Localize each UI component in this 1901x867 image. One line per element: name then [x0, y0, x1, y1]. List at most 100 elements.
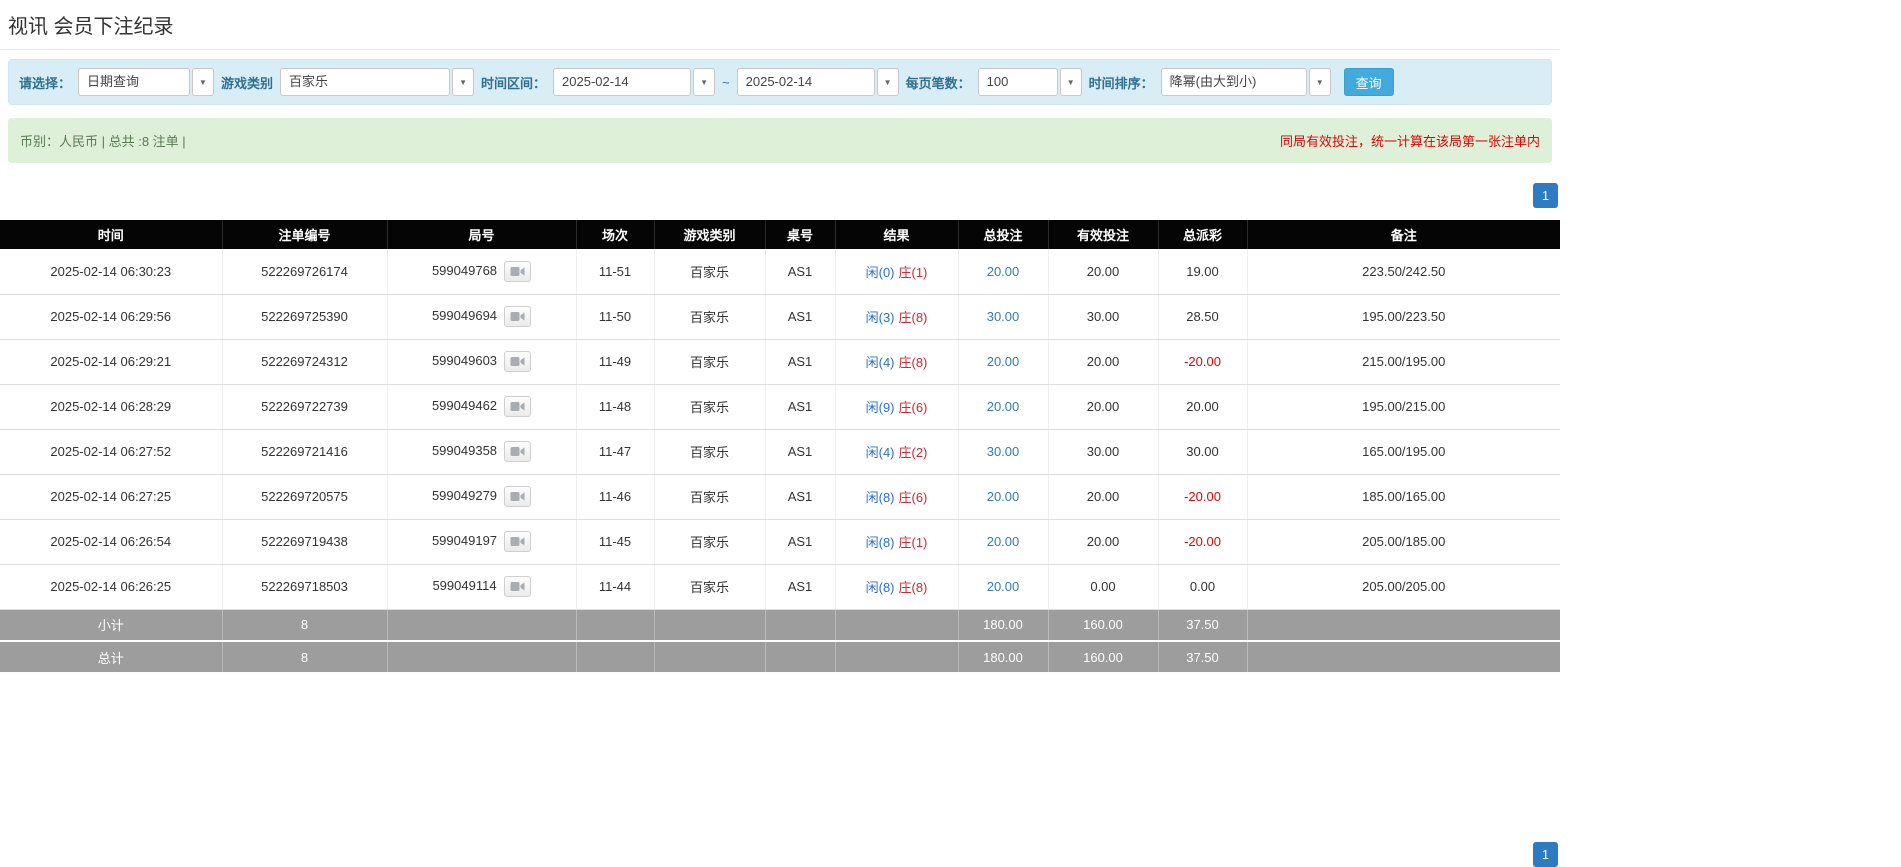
round-number: 599049462	[431, 397, 498, 413]
video-camera-icon	[510, 266, 525, 276]
table-row: 2025-02-14 06:26:54 522269719438 599049197…	[0, 519, 1560, 565]
chevron-down-icon[interactable]: ▼	[1059, 68, 1082, 96]
cell-result: 闲(4) 庄(2)	[835, 429, 959, 475]
video-replay-button[interactable]	[504, 531, 532, 552]
sort-order-select[interactable]: 降幂(由大到小) ▼	[1160, 68, 1331, 96]
table-row: 2025-02-14 06:29:21 522269724312 599049603…	[0, 339, 1560, 385]
date-to-picker[interactable]: 2025-02-14 ▼	[736, 68, 899, 96]
subtotal-row-cell: 37.50	[1158, 609, 1248, 642]
cell-bet-id: 522269719438	[222, 519, 388, 565]
table-footer: 小计 8 180.00 160.00 37.50 总计 8 180.00 160.00 37.50	[0, 609, 1560, 674]
total-bet-link[interactable]: 30.00	[987, 309, 1020, 324]
column-header: 结果	[835, 220, 959, 249]
page-size-select[interactable]: 100 ▼	[977, 68, 1082, 96]
cell-payout: 30.00	[1158, 429, 1248, 475]
cell-bet-id: 522269722739	[222, 384, 388, 430]
chevron-down-icon[interactable]: ▼	[1308, 68, 1331, 96]
page-1-button[interactable]: 1	[1533, 183, 1558, 208]
chevron-down-icon[interactable]: ▼	[192, 68, 215, 96]
cell-session: 11-48	[576, 384, 655, 430]
cell-bet-id: 522269718503	[222, 564, 388, 610]
total-row-cell: 8	[222, 641, 388, 674]
cell-game-type: 百家乐	[654, 294, 766, 340]
cell-note: 223.50/242.50	[1247, 249, 1560, 295]
table-header: 时间 注单编号 局号 场次 游戏类别 桌号 结果 总投注 有效投注 总派彩 备注	[0, 220, 1560, 249]
cell-game-type: 百家乐	[654, 339, 766, 385]
pagination-top: 1	[0, 183, 1560, 208]
subtotal-row-cell	[576, 609, 655, 642]
video-replay-button[interactable]	[503, 576, 531, 597]
video-replay-button[interactable]	[504, 351, 532, 372]
cell-time: 2025-02-14 06:27:52	[0, 429, 223, 475]
total-row-cell	[387, 641, 577, 674]
page: 视讯 会员下注纪录 请选择： 日期查询 ▼ 游戏类别 百家乐 ▼ 时间区间： 2…	[0, 0, 1560, 867]
sort-order-value[interactable]: 降幂(由大到小)	[1160, 68, 1307, 96]
cell-game-type: 百家乐	[654, 474, 766, 520]
cell-valid-bet: 20.00	[1048, 519, 1159, 565]
total-row-cell	[654, 641, 766, 674]
cell-game-type: 百家乐	[654, 384, 766, 430]
date-to-value[interactable]: 2025-02-14	[736, 68, 875, 96]
page-size-label: 每页笔数：	[905, 75, 971, 91]
date-from-value[interactable]: 2025-02-14	[553, 68, 692, 96]
column-header: 备注	[1247, 220, 1560, 249]
cell-result: 闲(4) 庄(8)	[835, 339, 959, 385]
chevron-down-icon[interactable]: ▼	[693, 68, 716, 96]
subtotal-row-cell: 小计	[0, 609, 223, 642]
cell-result: 闲(0) 庄(1)	[835, 249, 959, 295]
date-from-picker[interactable]: 2025-02-14 ▼	[553, 68, 716, 96]
total-bet-link[interactable]: 20.00	[987, 489, 1020, 504]
video-replay-button[interactable]	[504, 260, 532, 282]
video-replay-button[interactable]	[504, 441, 532, 462]
cell-total-bet: 20.00	[958, 474, 1049, 520]
total-bet-link[interactable]: 30.00	[987, 444, 1020, 459]
query-button[interactable]: 查询	[1343, 68, 1394, 96]
video-camera-icon	[510, 447, 525, 456]
subtotal-row-cell: 180.00	[958, 609, 1049, 642]
page-size-value[interactable]: 100	[977, 68, 1058, 96]
total-bet-link[interactable]: 20.00	[987, 399, 1020, 414]
cell-result: 闲(8) 庄(6)	[835, 474, 959, 520]
cell-bet-id: 522269720575	[222, 474, 388, 520]
subtotal-row-cell	[765, 609, 836, 642]
result-banker: 庄(8)	[898, 310, 928, 325]
total-row: 总计 8 180.00 160.00 37.50	[0, 641, 1560, 674]
table-body: 2025-02-14 06:30:23 522269726174 599049768…	[0, 249, 1560, 610]
cell-note: 215.00/195.00	[1247, 339, 1560, 385]
table-row: 2025-02-14 06:29:56 522269725390 599049694…	[0, 294, 1560, 340]
cell-total-bet: 30.00	[958, 429, 1049, 475]
select-type-label: 请选择：	[19, 75, 72, 91]
cell-bet-id: 522269726174	[222, 249, 388, 295]
chevron-down-icon[interactable]: ▼	[876, 68, 899, 96]
page-1-button[interactable]: 1	[1533, 842, 1558, 867]
cell-payout: 0.00	[1158, 564, 1248, 610]
cell-table-number: AS1	[765, 339, 836, 385]
total-bet-link[interactable]: 20.00	[987, 534, 1020, 549]
chevron-down-icon[interactable]: ▼	[452, 68, 475, 96]
game-type-select[interactable]: 百家乐 ▼	[280, 68, 475, 96]
total-bet-link[interactable]: 20.00	[987, 264, 1020, 279]
game-type-value[interactable]: 百家乐	[280, 68, 451, 96]
subtotal-row-cell: 160.00	[1048, 609, 1159, 642]
video-replay-button[interactable]	[504, 486, 532, 507]
total-bet-link[interactable]: 20.00	[987, 579, 1020, 594]
subtotal-row-cell: 8	[222, 609, 388, 642]
total-bet-link[interactable]: 20.00	[987, 354, 1020, 369]
round-number: 599049603	[431, 352, 498, 368]
query-type-value[interactable]: 日期查询	[78, 68, 191, 96]
cell-game-type: 百家乐	[654, 519, 766, 565]
cell-valid-bet: 20.00	[1048, 249, 1159, 295]
cell-session: 11-44	[576, 564, 655, 610]
betting-records-table: 时间 注单编号 局号 场次 游戏类别 桌号 结果 总投注 有效投注 总派彩 备注 2025-02-1…	[0, 220, 1560, 674]
video-replay-button[interactable]	[504, 306, 532, 327]
total-row-cell	[1247, 641, 1560, 674]
table-row: 2025-02-14 06:30:23 522269726174 599049768…	[0, 249, 1560, 295]
column-header: 总派彩	[1158, 220, 1248, 249]
video-replay-button[interactable]	[504, 396, 532, 417]
column-header: 注单编号	[222, 220, 388, 249]
cell-time: 2025-02-14 06:27:25	[0, 474, 223, 520]
query-type-select[interactable]: 日期查询 ▼	[78, 68, 215, 96]
cell-note: 185.00/165.00	[1247, 474, 1560, 520]
column-header: 场次	[576, 220, 655, 249]
cell-bet-id: 522269725390	[222, 294, 388, 340]
